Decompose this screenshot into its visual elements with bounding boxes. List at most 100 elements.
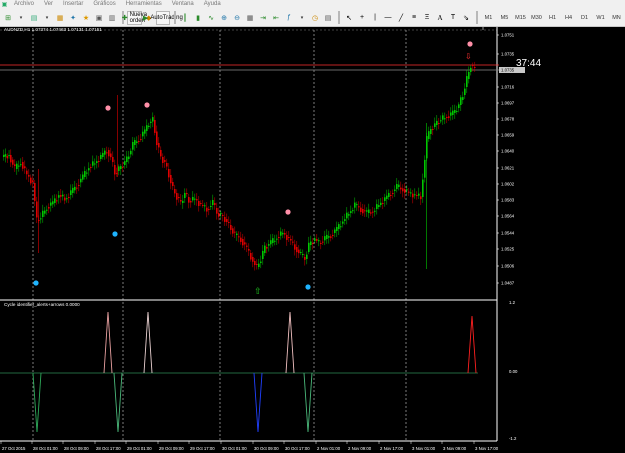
bull-candle [436,120,438,125]
chart-symbol-header: AUDNZD,H1 1.07374 1.07463 1.07131 1.0715… [4,27,102,32]
bull-candle [430,129,432,134]
zoom-in-icon[interactable]: ⊕ [218,11,230,25]
bull-candle [136,141,138,143]
dropdown-arrow-icon[interactable]: ▾ [41,11,53,25]
timeframe-h1[interactable]: H1 [545,11,560,25]
tester-icon[interactable]: ▥ [106,11,118,25]
menu-graficos[interactable]: Gráficos [88,0,120,9]
new-chart-icon[interactable]: ⊞ [2,11,14,25]
bear-candle [292,241,294,243]
profiles-icon[interactable]: ▤ [28,11,40,25]
bear-candle [304,257,306,260]
bull-candle [450,112,452,116]
bear-candle [214,203,216,206]
bear-candle [78,185,80,186]
label-icon[interactable]: T [447,11,459,25]
cursor-icon[interactable]: ↖ [343,11,355,25]
chart-window[interactable]: ⇧ ⇩ AUDNZD,H1 1.07374 1.07463 1.07131 1.0… [0,27,625,453]
bear-candle [286,235,288,240]
bull-candle [54,198,56,203]
bear-candle [14,164,16,167]
data-window-icon[interactable]: ✦ [67,11,79,25]
menu-archivo[interactable]: Archivo [9,0,39,9]
channel-icon[interactable]: ≡ [408,11,420,25]
bull-candle [452,110,454,115]
navigator-icon[interactable]: ★ [80,11,92,25]
timeframe-m30[interactable]: M30 [529,11,544,25]
indicator-tick-label: 0.00 [509,369,518,374]
periods-icon[interactable]: ◷ [309,11,321,25]
bear-candle [218,213,220,217]
bear-candle [28,175,30,177]
bear-candle [404,189,406,193]
autotrading-button[interactable]: ▶ AutoTrading [143,10,183,25]
dropdown-arrow-icon[interactable]: ▾ [296,11,308,25]
bear-candle [222,215,224,216]
timeframe-m15[interactable]: M15 [513,11,528,25]
candlestick-icon[interactable]: ▮ [192,11,204,25]
horizontal-line-icon[interactable]: — [382,11,394,25]
autoscroll-icon[interactable]: ⇥ [257,11,269,25]
bull-candle [396,184,398,189]
menu-ayuda[interactable]: Ayuda [199,0,226,9]
timeframe-d1[interactable]: D1 [577,11,592,25]
bear-candle [296,247,298,253]
bull-candle [3,154,5,157]
menu-insertar[interactable]: Insertar [58,0,88,9]
bear-candle [408,191,410,193]
price-chart[interactable]: ⇧ ⇩ AUDNZD,H1 1.07374 1.07463 1.07131 1.0… [0,27,625,453]
bull-candle [4,154,7,157]
bear-candle [228,222,230,223]
chart-shift-icon[interactable]: ⇤ [270,11,282,25]
timeframe-w1[interactable]: W1 [593,11,608,25]
bear-candle [230,225,232,230]
time-axis-label: 3 Nov 17:00 [475,446,499,451]
tile-windows-icon[interactable]: ▦ [244,11,256,25]
time-axis-label: 2 Nov 17:00 [380,446,404,451]
arrows-icon[interactable]: ⇘ [460,11,472,25]
bear-candle [472,65,474,66]
bear-candle [158,143,160,148]
indicators-icon[interactable]: ƒ [283,11,295,25]
trendline-icon[interactable]: ╱ [395,11,407,25]
bear-candle [174,189,176,194]
bull-candle [40,218,42,220]
bear-candle [278,237,280,238]
terminal-icon[interactable]: ▣ [93,11,105,25]
bull-candle [376,204,378,209]
crosshair-icon[interactable]: + [356,11,368,25]
menu-ver[interactable]: Ver [39,0,58,9]
indicator-trough-spike [32,372,42,433]
menu-herramientas[interactable]: Herramientas [121,0,167,9]
bear-candle [76,187,78,189]
bull-candle [94,163,96,165]
dropdown-arrow-icon[interactable]: ▾ [15,11,27,25]
zoom-out-icon[interactable]: ⊖ [231,11,243,25]
timeframe-mn[interactable]: MN [609,11,624,25]
templates-icon[interactable]: ▤ [322,11,334,25]
timeframe-h4[interactable]: H4 [561,11,576,25]
new-order-button[interactable]: ✚ Nueva orden [122,10,147,25]
bear-candle [176,193,178,200]
bear-candle [186,193,188,195]
line-chart-icon[interactable]: ∿ [205,11,217,25]
menu-ventana[interactable]: Ventana [167,0,199,9]
text-icon[interactable]: A [434,11,446,25]
bull-candle [368,209,370,213]
bar-chart-icon[interactable]: ┃ [179,11,191,25]
bear-candle [298,249,300,254]
bull-candle [58,195,60,198]
timeframe-m5[interactable]: M5 [497,11,512,25]
bear-candle [160,150,162,157]
timeframe-m1[interactable]: M1 [481,11,496,25]
bull-candle [118,166,120,171]
market-watch-icon[interactable]: ▦ [54,11,66,25]
bear-candle [32,180,34,183]
bear-candle [358,206,360,208]
bear-candle [108,150,110,157]
bear-candle [382,203,384,204]
bear-candle [244,242,246,245]
bull-candle [124,161,126,165]
vertical-line-icon[interactable]: | [369,11,381,25]
fibonacci-icon[interactable]: Ξ [421,11,433,25]
